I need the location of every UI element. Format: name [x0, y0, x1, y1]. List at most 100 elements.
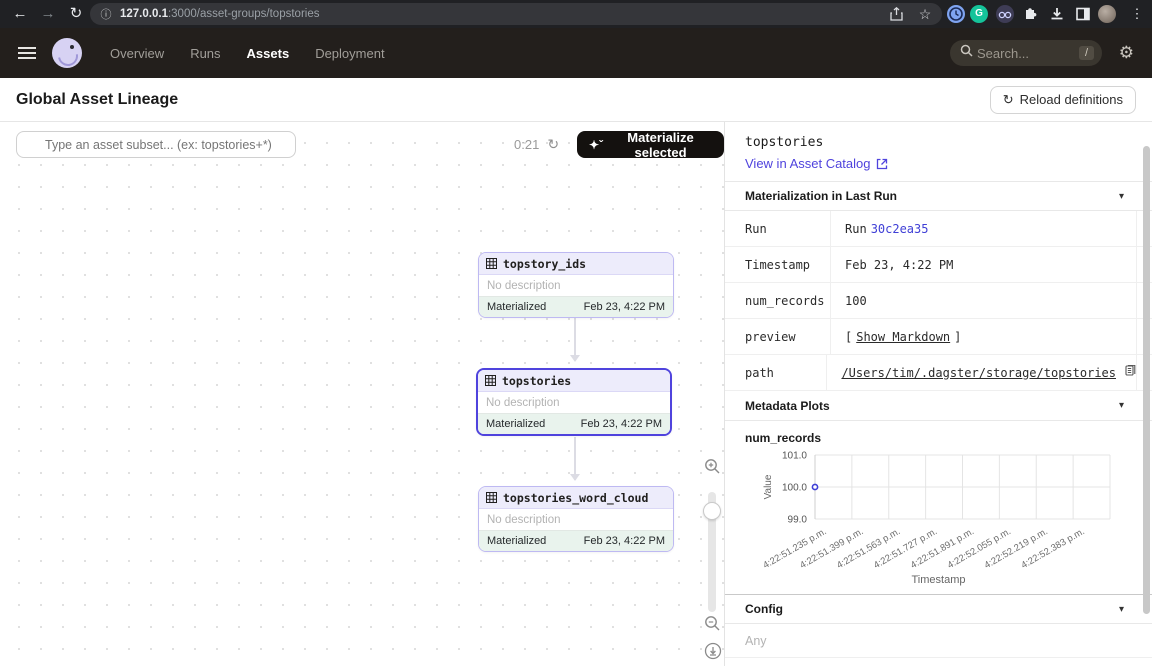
svg-text:4:22:51.563 p.m.: 4:22:51.563 p.m.	[835, 526, 902, 571]
table-row-timestamp: Timestamp Feb 23, 4:22 PM	[725, 247, 1152, 283]
search-shortcut-badge: /	[1079, 46, 1094, 60]
row-label: num_records	[725, 283, 830, 318]
edge-topstories-word_cloud	[574, 437, 576, 480]
plot-title: num_records	[725, 431, 1152, 445]
nav-item-deployment[interactable]: Deployment	[315, 46, 384, 61]
zoom-in-icon[interactable]	[704, 458, 721, 480]
refresh-icon[interactable]: ↻	[547, 136, 559, 153]
nav-item-assets[interactable]: Assets	[247, 46, 290, 61]
search-placeholder: Search...	[977, 46, 1079, 61]
global-search[interactable]: Search... /	[950, 40, 1102, 66]
row-label: preview	[725, 319, 830, 354]
external-link-icon	[876, 158, 888, 170]
reader-extension-icon[interactable]	[996, 5, 1014, 23]
asset-node-topstories[interactable]: topstories No description Materialized F…	[476, 368, 672, 436]
zoom-slider-handle[interactable]	[703, 502, 721, 520]
page-header: Global Asset Lineage ↻ Reload definition…	[0, 78, 1152, 122]
chevron-down-icon[interactable]: ▾	[1119, 400, 1124, 411]
copy-icon[interactable]	[1125, 365, 1136, 380]
asset-node-name: topstories	[502, 374, 571, 388]
asset-node-name: topstories_word_cloud	[503, 491, 648, 505]
row-label: Run	[725, 211, 830, 246]
bookmark-star-icon[interactable]: ☆	[916, 6, 934, 23]
browser-back-icon[interactable]: ←	[10, 4, 30, 24]
svg-text:100.0: 100.0	[782, 483, 807, 494]
show-markdown-link[interactable]: Show Markdown	[856, 330, 950, 344]
dagster-logo[interactable]	[52, 38, 82, 68]
address-bar[interactable]: ⓘ 127.0.0.1:3000/asset-groups/topstories…	[90, 3, 942, 25]
download-icon[interactable]	[1048, 5, 1066, 23]
refresh-timer[interactable]: 0:21 ↻	[514, 136, 559, 153]
asset-node-description: No description	[479, 509, 673, 530]
svg-text:Value: Value	[763, 474, 774, 499]
svg-text:101.0: 101.0	[782, 451, 807, 462]
asset-node-description: No description	[479, 275, 673, 296]
materialize-selected-button[interactable]: ✦ˇ Materialize selected	[577, 131, 724, 158]
hamburger-menu-icon[interactable]	[18, 47, 36, 59]
section-title: Metadata Plots	[745, 399, 830, 413]
asset-node-topstory_ids[interactable]: topstory_ids No description Materialized…	[478, 252, 674, 318]
settings-gear-icon[interactable]: ⚙	[1119, 41, 1134, 65]
sparkle-icon: ✦ˇ	[589, 138, 603, 152]
row-value: Feb 23, 4:22 PM	[830, 247, 1137, 282]
section-config[interactable]: Config ▾	[725, 594, 1152, 624]
table-icon	[486, 258, 497, 269]
table-icon	[485, 375, 496, 386]
bracket: ]	[954, 330, 961, 344]
profile-avatar[interactable]	[1098, 5, 1116, 23]
svg-text:4:22:51.727 p.m.: 4:22:51.727 p.m.	[872, 526, 939, 571]
asset-subset-input[interactable]	[16, 131, 296, 158]
metadata-plot-block: num_records 101.0100.099.04:22:51.235 p.…	[725, 421, 1152, 586]
nav-links: Overview Runs Assets Deployment	[110, 46, 385, 61]
asset-detail-panel: topstories View in Asset Catalog Materia…	[725, 122, 1152, 666]
page-title: Global Asset Lineage	[16, 91, 178, 109]
asset-node-timestamp: Feb 23, 4:22 PM	[581, 418, 662, 430]
view-in-asset-catalog-link[interactable]: View in Asset Catalog	[745, 156, 1132, 171]
reload-definitions-button[interactable]: ↻ Reload definitions	[990, 86, 1136, 114]
table-row-preview: preview [Show Markdown]	[725, 319, 1152, 355]
asset-graph-canvas[interactable]: ✳ 0:21 ↻ ✦ˇ Materialize selected topstor…	[0, 122, 725, 666]
table-icon	[486, 492, 497, 503]
svg-text:4:22:52.383 p.m.: 4:22:52.383 p.m.	[1019, 526, 1086, 571]
materialize-label: Materialize selected	[609, 130, 712, 160]
path-link[interactable]: /Users/tim/.dagster/storage/topstories	[841, 366, 1116, 380]
config-value: Any	[725, 624, 1152, 658]
site-info-icon[interactable]: ⓘ	[98, 6, 114, 22]
table-row-path: path /Users/tim/.dagster/storage/topstor…	[725, 355, 1152, 391]
panel-scrollbar[interactable]	[1143, 146, 1150, 614]
browser-menu-dots-icon[interactable]: ⋮	[1127, 4, 1147, 24]
history-extension-icon[interactable]	[947, 5, 965, 23]
svg-text:4:22:51.399 p.m.: 4:22:51.399 p.m.	[798, 526, 865, 571]
asset-node-status: Materialized	[487, 301, 546, 313]
share-icon[interactable]	[890, 7, 908, 21]
browser-chrome: ← → ↻ ⓘ 127.0.0.1:3000/asset-groups/tops…	[0, 0, 1152, 28]
section-metadata-plots[interactable]: Metadata Plots ▾	[725, 391, 1152, 421]
sidepanel-icon[interactable]	[1074, 5, 1092, 23]
svg-text:4:22:51.235 p.m.: 4:22:51.235 p.m.	[761, 526, 828, 571]
table-row-num-records: num_records 100	[725, 283, 1152, 319]
section-materialization-last-run[interactable]: Materialization in Last Run ▾	[725, 181, 1152, 211]
selected-asset-name: topstories	[745, 135, 1132, 150]
asset-node-topstories_word_cloud[interactable]: topstories_word_cloud No description Mat…	[478, 486, 674, 552]
svg-text:4:22:52.219 p.m.: 4:22:52.219 p.m.	[982, 526, 1049, 571]
section-type[interactable]: Type ▾	[725, 658, 1152, 666]
x-axis-title: Timestamp	[725, 574, 1152, 586]
search-icon	[960, 44, 973, 62]
zoom-out-icon[interactable]	[704, 615, 721, 637]
asset-node-timestamp: Feb 23, 4:22 PM	[584, 301, 665, 313]
recenter-view-icon[interactable]	[704, 642, 722, 665]
run-prefix: Run	[845, 222, 867, 236]
puzzle-extensions-icon[interactable]	[1022, 5, 1040, 23]
nav-item-overview[interactable]: Overview	[110, 46, 164, 61]
browser-reload-icon[interactable]: ↻	[66, 4, 86, 24]
svg-text:4:22:51.891 p.m.: 4:22:51.891 p.m.	[909, 526, 976, 571]
run-id-link[interactable]: 30c2ea35	[871, 222, 929, 236]
nav-item-runs[interactable]: Runs	[190, 46, 220, 61]
browser-forward-icon[interactable]: →	[38, 4, 58, 24]
grammarly-extension-icon[interactable]: G	[970, 5, 988, 23]
app-navbar: Overview Runs Assets Deployment Search..…	[0, 28, 1152, 78]
chevron-down-icon[interactable]: ▾	[1119, 604, 1124, 615]
chevron-down-icon[interactable]: ▾	[1119, 191, 1124, 202]
catalog-link-label: View in Asset Catalog	[745, 156, 871, 171]
asset-node-status: Materialized	[486, 418, 545, 430]
